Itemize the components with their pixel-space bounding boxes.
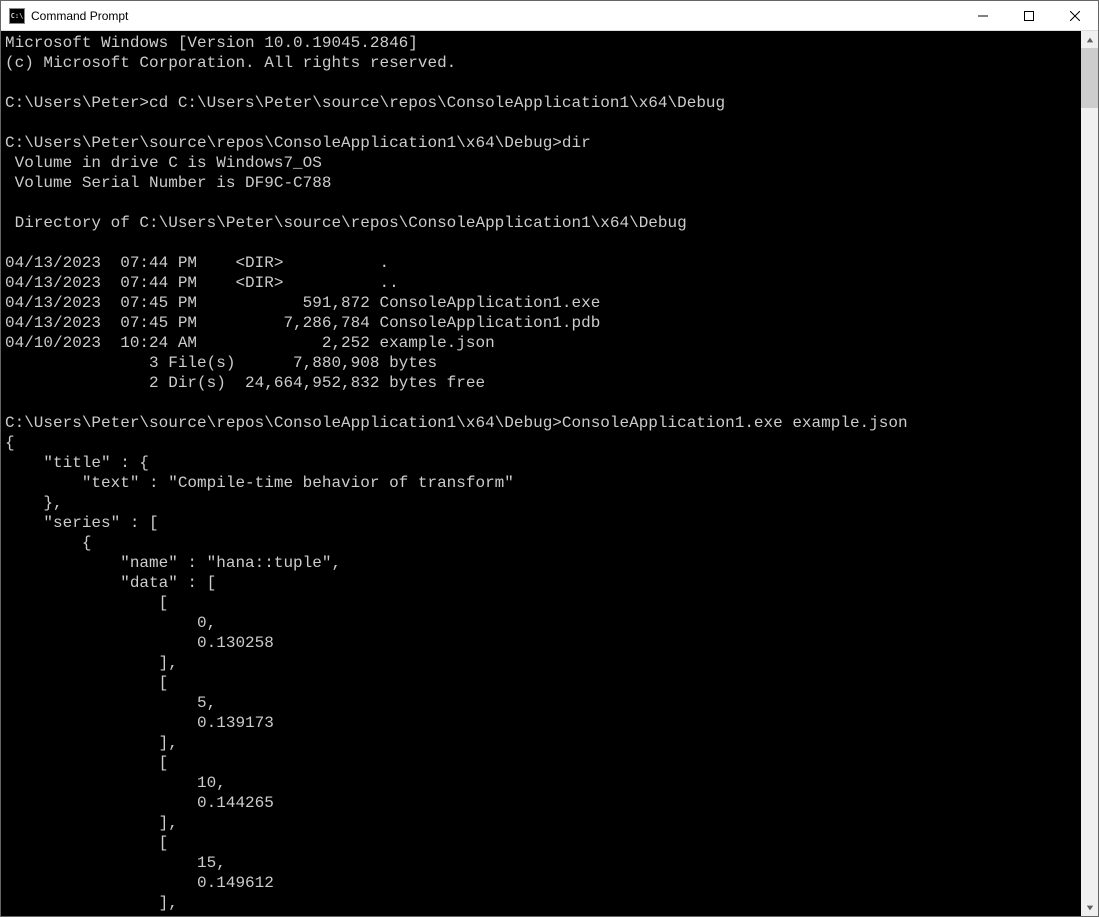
- output-line: [: [5, 674, 168, 692]
- scroll-down-button[interactable]: [1081, 899, 1098, 916]
- output-line: C:\Users\Peter>cd C:\Users\Peter\source\…: [5, 94, 725, 112]
- output-line: ],: [5, 814, 178, 832]
- close-icon: [1070, 11, 1080, 21]
- output-line: 04/10/2023 10:24 AM 2,252 example.json: [5, 334, 495, 352]
- output-line: 0.130258: [5, 634, 274, 652]
- output-line: 04/13/2023 07:44 PM <DIR> ..: [5, 274, 399, 292]
- maximize-icon: [1024, 11, 1034, 21]
- output-line: {: [5, 534, 91, 552]
- chevron-down-icon: [1086, 904, 1094, 912]
- scroll-thumb[interactable]: [1081, 48, 1098, 108]
- output-line: 0.139173: [5, 714, 274, 732]
- output-line: C:\Users\Peter\source\repos\ConsoleAppli…: [5, 414, 908, 432]
- console-area: Microsoft Windows [Version 10.0.19045.28…: [1, 31, 1098, 916]
- output-line: {: [5, 434, 15, 452]
- output-line: 10,: [5, 774, 226, 792]
- output-line: 04/13/2023 07:45 PM 591,872 ConsoleAppli…: [5, 294, 600, 312]
- minimize-icon: [978, 11, 988, 21]
- close-button[interactable]: [1052, 1, 1098, 30]
- output-line: Microsoft Windows [Version 10.0.19045.28…: [5, 34, 418, 52]
- scroll-track[interactable]: [1081, 48, 1098, 899]
- output-line: Volume in drive C is Windows7_OS: [5, 154, 322, 172]
- titlebar[interactable]: C:\ Command Prompt: [1, 1, 1098, 31]
- command-prompt-window: C:\ Command Prompt Microsoft Windows [Ve…: [0, 0, 1099, 917]
- minimize-button[interactable]: [960, 1, 1006, 30]
- output-line: [: [5, 754, 168, 772]
- output-line: "series" : [: [5, 514, 159, 532]
- output-line: 0.144265: [5, 794, 274, 812]
- output-line: [: [5, 594, 168, 612]
- scroll-up-button[interactable]: [1081, 31, 1098, 48]
- output-line: 04/13/2023 07:44 PM <DIR> .: [5, 254, 389, 272]
- output-line: 04/13/2023 07:45 PM 7,286,784 ConsoleApp…: [5, 314, 600, 332]
- output-line: "title" : {: [5, 454, 149, 472]
- output-line: "data" : [: [5, 574, 216, 592]
- output-line: 15,: [5, 854, 226, 872]
- vertical-scrollbar[interactable]: [1081, 31, 1098, 916]
- output-line: 3 File(s) 7,880,908 bytes: [5, 354, 437, 372]
- output-line: ],: [5, 894, 178, 912]
- command-prompt-icon: C:\: [9, 8, 25, 24]
- output-line: "text" : "Compile-time behavior of trans…: [5, 474, 514, 492]
- output-line: Directory of C:\Users\Peter\source\repos…: [5, 214, 687, 232]
- output-line: ],: [5, 734, 178, 752]
- output-line: 2 Dir(s) 24,664,952,832 bytes free: [5, 374, 485, 392]
- output-line: [: [5, 834, 168, 852]
- output-line: "name" : "hana::tuple",: [5, 554, 341, 572]
- output-line: 0.149612: [5, 874, 274, 892]
- window-title: Command Prompt: [31, 9, 960, 23]
- output-line: 5,: [5, 694, 216, 712]
- maximize-button[interactable]: [1006, 1, 1052, 30]
- output-line: C:\Users\Peter\source\repos\ConsoleAppli…: [5, 134, 591, 152]
- chevron-up-icon: [1086, 36, 1094, 44]
- output-line: ],: [5, 654, 178, 672]
- console-output[interactable]: Microsoft Windows [Version 10.0.19045.28…: [1, 31, 1081, 916]
- window-controls: [960, 1, 1098, 30]
- output-line: (c) Microsoft Corporation. All rights re…: [5, 54, 456, 72]
- output-line: },: [5, 494, 63, 512]
- output-line: Volume Serial Number is DF9C-C788: [5, 174, 331, 192]
- output-line: 0,: [5, 614, 216, 632]
